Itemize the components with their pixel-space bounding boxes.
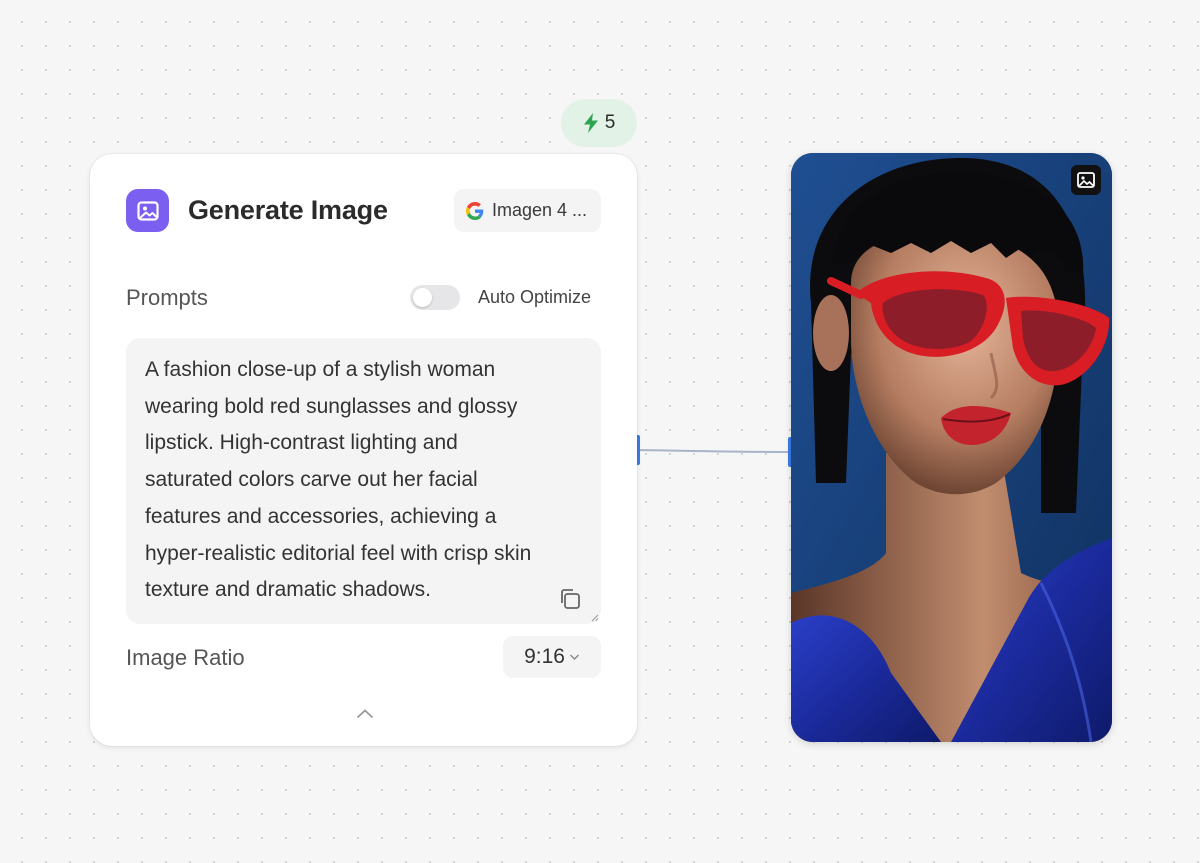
credits-value: 5 — [604, 112, 616, 133]
chevron-down-icon — [569, 653, 580, 661]
lightning-icon — [583, 113, 599, 133]
image-ratio-label: Image Ratio — [126, 645, 245, 670]
google-logo-icon — [466, 201, 484, 220]
node-title: Generate Image — [188, 195, 388, 225]
toggle-knob — [413, 288, 432, 307]
auto-optimize-toggle[interactable] — [410, 285, 460, 310]
output-image-node[interactable] — [791, 153, 1112, 742]
generated-image — [791, 153, 1112, 742]
prompts-label: Prompts — [126, 285, 208, 310]
image-ratio-select[interactable]: 9:16 — [503, 636, 601, 678]
resize-handle-icon[interactable] — [591, 614, 599, 622]
generate-image-node[interactable]: Generate Image Imagen 4 ... Prompts Auto… — [90, 154, 637, 746]
auto-optimize-label: Auto Optimize — [478, 287, 592, 307]
image-icon — [1071, 165, 1101, 195]
copy-icon[interactable] — [557, 586, 583, 612]
model-selector-button[interactable]: Imagen 4 ... — [454, 189, 601, 232]
prompt-textarea[interactable]: A fashion close-up of a stylish woman we… — [126, 338, 601, 624]
model-label: Imagen 4 ... — [492, 200, 588, 220]
credits-badge: 5 — [561, 99, 637, 147]
ratio-value: 9:16 — [524, 645, 565, 668]
image-icon — [126, 189, 169, 232]
chevron-up-icon[interactable] — [355, 707, 375, 721]
prompt-text: A fashion close-up of a stylish woman we… — [145, 358, 532, 602]
